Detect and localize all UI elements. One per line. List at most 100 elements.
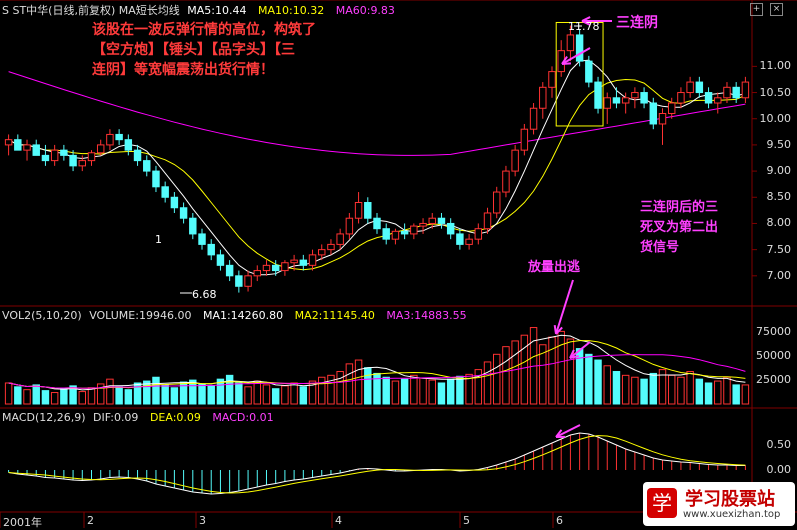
candle-body — [594, 81, 602, 109]
price-tick-label: 9.00 — [766, 164, 792, 178]
price-tick-label: 8.00 — [766, 216, 792, 230]
volume-bar — [686, 371, 694, 405]
candle-body — [4, 139, 13, 146]
volume-bar — [741, 384, 750, 405]
price-tick-label: 7.00 — [766, 268, 792, 282]
candle-body — [695, 81, 704, 94]
volume-bar — [271, 388, 280, 405]
volume-bar — [382, 376, 390, 405]
candle-body — [179, 207, 188, 219]
candle-body — [640, 92, 648, 104]
volume-bar — [290, 382, 298, 405]
ma5-value: MA5:10.44 — [187, 4, 247, 17]
candle-body — [235, 275, 243, 287]
candle-body — [493, 191, 501, 214]
volume-bar — [649, 372, 658, 405]
volume-bar — [667, 374, 676, 405]
volume-bar — [437, 382, 446, 405]
volume-bar — [732, 384, 740, 405]
volume-bar — [23, 389, 31, 405]
volume-bar — [373, 372, 381, 405]
candle-body — [741, 81, 750, 99]
volume-bar — [235, 382, 243, 405]
candle-body — [621, 97, 630, 104]
candle-body — [50, 149, 59, 162]
candle-body — [686, 81, 694, 94]
volume-bar — [345, 363, 354, 405]
macd-tick-label: 0.50 — [766, 438, 792, 451]
volume-tick-label: 25000 — [756, 373, 791, 387]
volume-bar — [594, 359, 602, 405]
volume-tick-label: 50000 — [756, 349, 791, 363]
candle-body — [262, 264, 271, 272]
candle-body — [364, 202, 372, 219]
price-tick-label: 10.50 — [759, 85, 792, 99]
volume-bar — [456, 375, 464, 405]
volume-bar — [336, 371, 344, 405]
volume-bar — [299, 386, 308, 405]
main-note-line2: 【空方炮】【锤头】【品字头】【三 — [92, 42, 295, 58]
volume-bar — [428, 379, 436, 405]
candle-body — [299, 259, 308, 266]
candle-body — [483, 212, 492, 230]
candle-body — [667, 102, 676, 114]
candle-body — [391, 230, 400, 240]
candle-body — [502, 170, 510, 193]
high-price-label: 11.78 — [568, 20, 600, 33]
volume-bar — [207, 385, 215, 405]
dea-value: DEA:0.09 — [149, 411, 201, 424]
date-tick-label: 3 — [199, 514, 206, 527]
macd-tick-label: 0.00 — [766, 463, 792, 476]
volume-bar — [225, 374, 234, 405]
volume-bar — [106, 378, 114, 405]
volume-bar — [198, 383, 206, 405]
candle-body — [410, 225, 418, 235]
volume-bar — [548, 336, 556, 405]
candle-body — [354, 202, 363, 219]
expand-button[interactable]: + — [750, 3, 763, 16]
volume-bar — [704, 382, 713, 405]
volume-bar — [483, 361, 492, 405]
candle-body — [124, 139, 133, 151]
volume-bar — [354, 359, 363, 405]
vma1-value: MA1:14260.80 — [202, 309, 284, 322]
price-tick-label: 11.00 — [759, 59, 792, 73]
date-tick-label: 2 — [87, 514, 94, 527]
candle-body — [87, 152, 96, 162]
candle-body — [520, 128, 529, 151]
volume-bar — [502, 346, 510, 405]
candle-body — [539, 86, 547, 109]
candle-body — [170, 196, 179, 209]
volume-bar — [60, 388, 68, 405]
candle-body — [612, 97, 621, 104]
price-tick-label: 8.50 — [766, 190, 792, 204]
candle-body — [548, 71, 556, 88]
candle-body — [225, 264, 234, 277]
volume-bar — [410, 374, 418, 405]
candle-body — [115, 133, 123, 141]
site-logo: 学 学习股票站 www.xuexizhan.top — [643, 482, 795, 526]
volume-bar — [714, 380, 722, 405]
volume-bar — [115, 386, 123, 405]
candle-body — [732, 86, 740, 99]
candle-body — [428, 217, 436, 224]
volume-bar — [14, 386, 22, 405]
volume-bar — [78, 391, 87, 405]
volume-bar — [152, 376, 160, 405]
close-button[interactable]: × — [770, 3, 783, 16]
candle-body — [290, 259, 298, 264]
volume-bar — [318, 376, 326, 405]
volume-bar — [566, 338, 575, 405]
candle-body — [585, 60, 593, 83]
candle-body — [69, 154, 77, 167]
ma60-value: MA60:9.83 — [335, 4, 395, 17]
candle-body — [714, 97, 722, 104]
candle-body — [23, 144, 31, 151]
volume-bar — [557, 330, 565, 405]
candle-body — [152, 170, 160, 188]
volume-bar — [511, 340, 519, 405]
volume-bar — [262, 384, 271, 405]
candle-body — [318, 249, 326, 256]
volume-bar — [244, 386, 252, 405]
candle-body — [106, 133, 114, 146]
